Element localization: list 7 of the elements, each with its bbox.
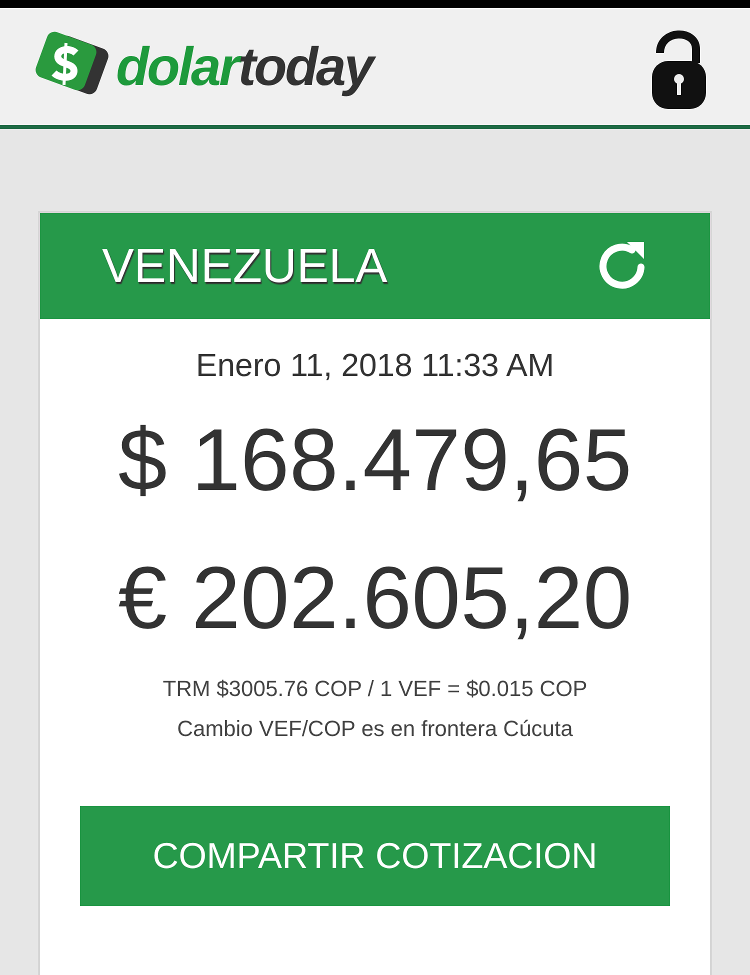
country-title: VENEZUELA bbox=[102, 238, 388, 294]
price-text: € 202.605,20 bbox=[118, 547, 632, 649]
note-text: Cambio VEF/COP es en frontera Cúcuta bbox=[177, 716, 573, 742]
share-button[interactable]: COMPARTIR COTIZACION bbox=[80, 806, 670, 906]
price-text: $ 168.479,65 bbox=[118, 409, 632, 511]
date-text: Enero 11, 2018 11:33 AM bbox=[196, 347, 554, 384]
note-text: TRM $3005.76 COP / 1 VEF = $0.015 COP bbox=[162, 676, 588, 702]
